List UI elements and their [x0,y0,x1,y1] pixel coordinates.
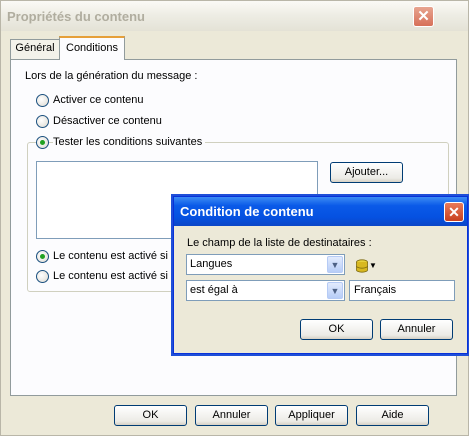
chevron-down-icon[interactable]: ▼ [327,282,343,299]
recipient-field-value: Langues [190,258,233,270]
chevron-down-icon[interactable]: ▼ [327,256,343,273]
add-button[interactable]: Ajouter... [330,162,403,183]
close-icon[interactable]: ✕ [413,6,434,27]
operator-value: est égal à [190,284,238,296]
condition-dialog-title: Condition de contenu [180,204,314,219]
apply-button[interactable]: Appliquer [275,405,348,426]
recipient-field-select[interactable]: Langues ▼ [186,254,345,275]
condition-ok-button[interactable]: OK [300,319,373,340]
title-bar[interactable]: Propriétés du contenu ✕ [1,1,468,31]
recipient-field-label: Le champ de la liste de destinataires : [187,237,372,249]
radio-activated-all-label[interactable]: Le contenu est activé si to [53,250,180,262]
generation-label: Lors de la génération du message : [25,70,198,82]
window-title: Propriétés du contenu [7,9,145,24]
tab-conditions[interactable]: Conditions [59,36,125,60]
radio-deactivate-label[interactable]: Désactiver ce contenu [53,115,162,127]
radio-test-conditions[interactable] [36,136,49,149]
help-button[interactable]: Aide [356,405,429,426]
radio-test-conditions-label[interactable]: Tester les conditions suivantes [53,136,206,148]
compare-value-text: Français [354,284,397,296]
radio-activate-label[interactable]: Activer ce contenu [53,94,144,106]
ok-button[interactable]: OK [114,405,187,426]
radio-activated-any[interactable] [36,270,49,283]
radio-activated-all[interactable] [36,250,49,263]
close-icon[interactable]: ✕ [444,202,464,222]
compare-value-input[interactable]: Français [349,280,455,301]
database-dropdown-icon[interactable]: ▼ [369,261,377,270]
condition-title-bar[interactable]: Condition de contenu ✕ [174,197,467,226]
database-icon[interactable] [355,259,369,273]
radio-activate[interactable] [36,94,49,107]
radio-deactivate[interactable] [36,115,49,128]
condition-cancel-button[interactable]: Annuler [380,319,453,340]
tab-general[interactable]: Général [10,39,60,59]
cancel-button[interactable]: Annuler [195,405,268,426]
radio-activated-any-label[interactable]: Le contenu est activé si a [53,270,177,282]
operator-select[interactable]: est égal à ▼ [186,280,345,301]
